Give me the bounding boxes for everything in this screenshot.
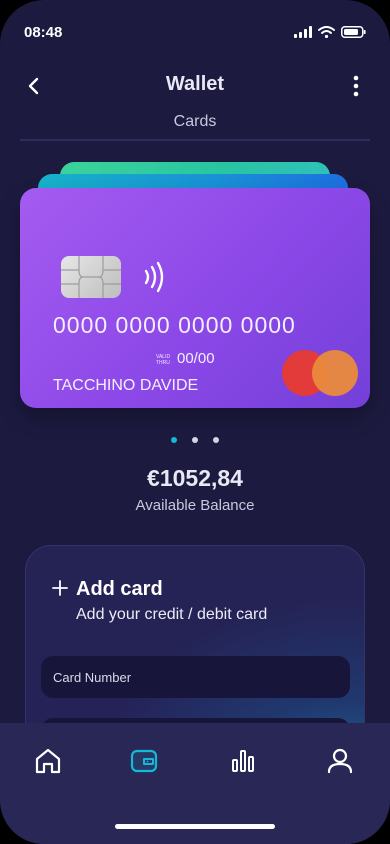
pagination-dot-active[interactable] — [171, 437, 177, 443]
mastercard-logo-icon — [282, 350, 358, 396]
balance-label: Available Balance — [135, 497, 255, 514]
wallet-icon[interactable] — [128, 745, 160, 777]
section-title-cards: Cards — [173, 113, 217, 130]
header-divider — [20, 139, 370, 141]
card-expiry: 00/00 — [177, 350, 215, 367]
chip-icon — [61, 256, 121, 298]
card-number: 0000 0000 0000 0000 — [53, 312, 296, 338]
status-icons — [294, 26, 366, 38]
card-number-placeholder: Card Number — [53, 670, 132, 685]
credit-card[interactable]: 0000 0000 0000 0000 VALID THRU 00/00 TAC… — [20, 188, 370, 408]
pagination-dot[interactable] — [192, 437, 198, 443]
page-title: Wallet — [165, 73, 225, 95]
contactless-icon — [144, 261, 164, 293]
card-pagination — [0, 437, 390, 443]
card-number-input[interactable]: Card Number — [41, 656, 350, 698]
home-indicator[interactable] — [115, 824, 275, 829]
profile-icon[interactable] — [324, 745, 356, 777]
thru-label: THRU — [156, 360, 170, 366]
home-icon[interactable] — [32, 745, 64, 777]
add-card-title[interactable]: Add card — [76, 578, 163, 601]
balance-amount: €1052,84 — [147, 465, 243, 491]
signal-icon — [294, 26, 312, 38]
plus-icon[interactable] — [51, 579, 69, 597]
status-time: 08:48 — [24, 24, 63, 41]
phone-screen: 08:48 Wallet Cards 0000 0000 0000 0000 V… — [0, 0, 390, 844]
card-holder: TACCHINO DAVIDE — [53, 377, 199, 394]
add-card-subtitle: Add your credit / debit card — [76, 606, 268, 623]
stats-icon[interactable] — [227, 745, 259, 777]
wifi-icon — [318, 26, 335, 38]
more-options-icon[interactable] — [344, 74, 368, 98]
battery-icon — [341, 26, 366, 38]
valid-thru-label: VALID THRU — [156, 354, 170, 366]
pagination-dot[interactable] — [213, 437, 219, 443]
status-bar: 08:48 — [0, 0, 390, 56]
bottom-nav — [0, 723, 390, 844]
